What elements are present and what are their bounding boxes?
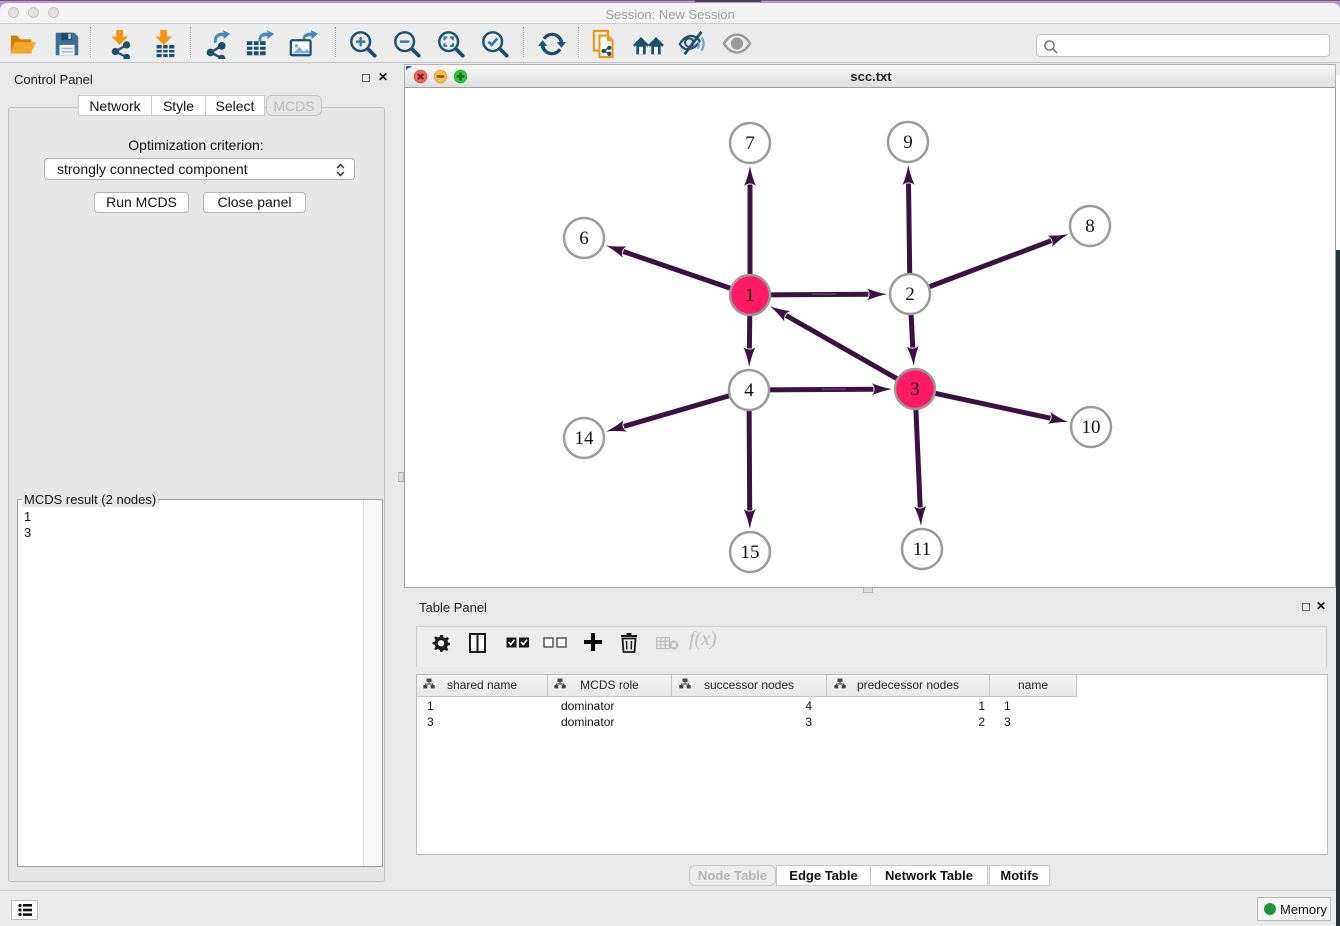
svg-text:14: 14 xyxy=(575,428,595,449)
svg-text:9: 9 xyxy=(903,132,913,153)
svg-text:6: 6 xyxy=(579,228,589,249)
svg-text:7: 7 xyxy=(745,133,755,154)
svg-text:3: 3 xyxy=(910,379,920,400)
svg-text:10: 10 xyxy=(1082,417,1101,438)
svg-text:15: 15 xyxy=(741,542,760,563)
svg-text:11: 11 xyxy=(913,539,931,560)
svg-text:1: 1 xyxy=(745,285,755,306)
svg-text:8: 8 xyxy=(1085,216,1095,237)
svg-text:2: 2 xyxy=(905,284,915,305)
svg-text:4: 4 xyxy=(744,380,754,401)
